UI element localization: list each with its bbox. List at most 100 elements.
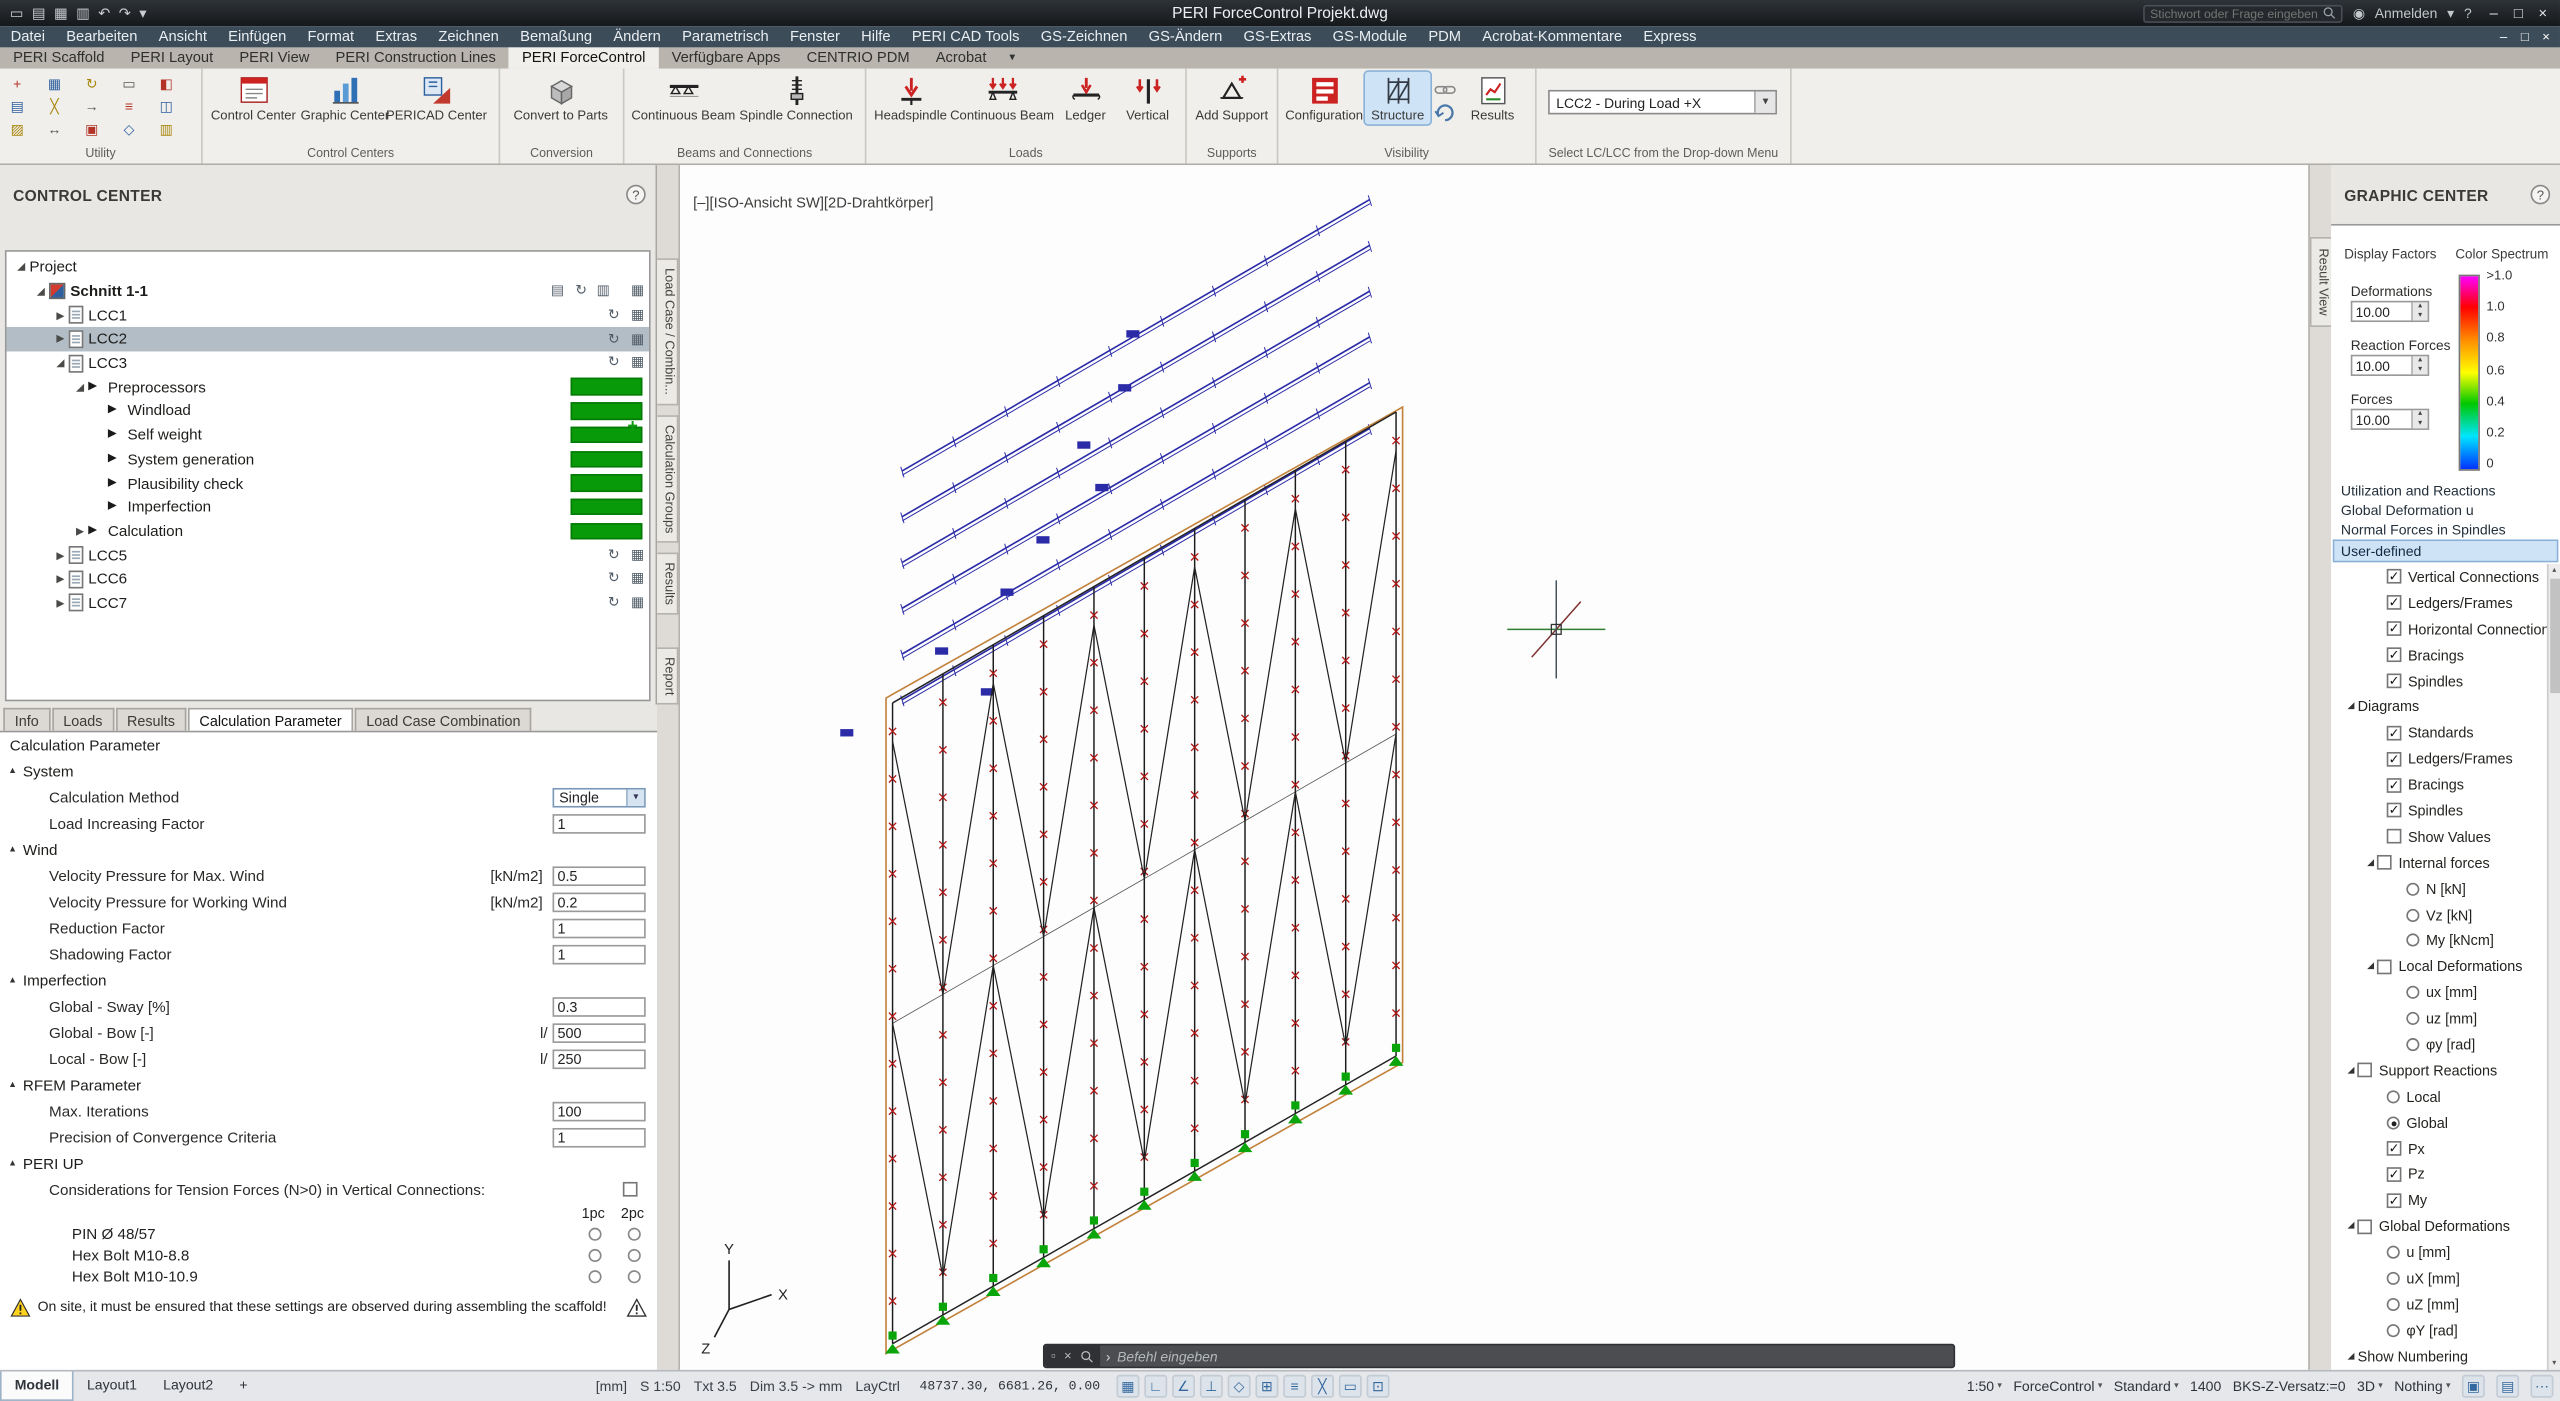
xray-icon[interactable]: ╳	[1311, 1375, 1334, 1398]
dropdown-arrow-icon[interactable]: ▾	[1754, 92, 1775, 113]
tension-forces-checkbox[interactable]	[623, 1182, 638, 1197]
result-tree-item[interactable]: Local	[2331, 1084, 2547, 1110]
expand-icon[interactable]: ▶	[52, 333, 68, 346]
radio-button[interactable]	[2387, 1298, 2400, 1311]
param-input[interactable]	[553, 1049, 646, 1069]
annotation-icon[interactable]: ▭	[1339, 1375, 1362, 1398]
command-search-icon[interactable]	[1080, 1349, 1093, 1362]
plot-icon[interactable]: ▥	[76, 4, 90, 22]
result-tree-item[interactable]: ✓Vertical Connections	[2331, 564, 2547, 590]
result-tree-item[interactable]: ✓My	[2331, 1187, 2547, 1213]
collapse-icon[interactable]: ◢	[72, 381, 88, 394]
tree-item[interactable]: ▶LCC2↻▦	[7, 327, 649, 351]
close-button[interactable]: ×	[2531, 5, 2556, 21]
utility-tool-icon[interactable]: ▣	[81, 119, 102, 140]
checkbox[interactable]: ✓	[2387, 777, 2402, 792]
status-dropdown[interactable]: Standard▾	[2114, 1378, 2179, 1394]
grid-add-icon[interactable]: ▦	[631, 594, 644, 612]
refresh-icon[interactable]: ↻	[608, 546, 620, 564]
checkbox[interactable]: ✓	[2387, 622, 2402, 637]
tree-item[interactable]: ◢Schnitt 1-1▤↻▥▦	[7, 279, 649, 303]
visibility-update-icon[interactable]	[1434, 103, 1457, 123]
pericad-center-button[interactable]: PERICAD Center	[391, 72, 483, 125]
result-tree-item[interactable]: ✓Standards	[2331, 720, 2547, 746]
menu-item[interactable]: GS-Ändern	[1138, 26, 1233, 47]
drawing-viewport[interactable]: [–][ISO-Ansicht SW][2D-Drahtkörper] YXZ …	[680, 165, 2308, 1370]
close-icon[interactable]: ×	[1064, 1349, 1072, 1364]
checkbox[interactable]: ✓	[2387, 751, 2402, 766]
continuous-beam-load-button[interactable]: Continuous Beam	[950, 72, 1055, 125]
add-support-button[interactable]: Add Support	[1192, 72, 1272, 125]
help-icon[interactable]: ?	[626, 185, 646, 205]
section-collapse-icon[interactable]: ▲	[8, 1151, 23, 1177]
panel-tab[interactable]: Loads	[52, 708, 114, 731]
grid-icon[interactable]: ▥	[597, 281, 610, 299]
ribbon-tab[interactable]: PERI ForceControl	[509, 47, 659, 68]
tree-item[interactable]: ◢Project	[7, 255, 649, 279]
tree-item[interactable]: ◢▶Preprocessors	[7, 375, 649, 399]
utility-tool-icon[interactable]: →	[81, 96, 102, 117]
utility-tool-icon[interactable]: ▨	[7, 119, 28, 140]
signin-label[interactable]: Anmelden	[2375, 5, 2438, 21]
ledger-load-button[interactable]: Ledger	[1054, 72, 1116, 125]
dropdown-arrow-icon[interactable]: ▾	[626, 789, 644, 805]
collapse-icon[interactable]: ◢	[33, 284, 49, 297]
result-tree-item[interactable]: ✓Ledgers/Frames	[2331, 746, 2547, 772]
menu-item[interactable]: PERI CAD Tools	[901, 26, 1030, 47]
result-view-tab[interactable]: Result View	[2310, 237, 2331, 327]
radio-button[interactable]	[2406, 1038, 2419, 1051]
spindle-connection-button[interactable]: Spindle Connection	[737, 72, 855, 125]
grid-add-icon[interactable]: ▦	[631, 570, 644, 588]
tree-item[interactable]: ▶LCC1↻▦	[7, 303, 649, 327]
ribbon-tab[interactable]: PERI Layout	[117, 47, 226, 68]
sheet-icon[interactable]: ▤	[551, 281, 564, 299]
section-collapse-icon[interactable]: ▲	[8, 837, 23, 863]
status-dropdown[interactable]: 1:50▾	[1967, 1378, 2002, 1394]
result-tree-item[interactable]: φy [rad]	[2331, 1032, 2547, 1058]
status-dropdown[interactable]: 3D▾	[2357, 1378, 2383, 1394]
ribbon-tab[interactable]: PERI Construction Lines	[322, 47, 508, 68]
search-box[interactable]	[2144, 4, 2343, 22]
tree-item[interactable]: ▶System generation	[7, 447, 649, 471]
checkbox[interactable]: ✓	[2387, 803, 2402, 818]
checkbox[interactable]: ✓	[2387, 674, 2402, 689]
menu-item[interactable]: Acrobat-Kommentare	[1472, 26, 1633, 47]
result-tree-item[interactable]: uX [mm]	[2331, 1265, 2547, 1291]
ortho-icon[interactable]: ⊥	[1200, 1375, 1223, 1398]
param-input[interactable]	[553, 866, 646, 886]
param-section-header[interactable]: ▲PERI UP	[0, 1151, 657, 1177]
menu-item[interactable]: Extras	[365, 26, 428, 47]
grid-icon[interactable]: ▦	[1116, 1375, 1139, 1398]
factor-input[interactable]: 10.00 ▴▾	[2351, 301, 2429, 322]
utility-tool-icon[interactable]: ↔	[44, 119, 65, 140]
menu-item[interactable]: Hilfe	[850, 26, 901, 47]
factor-input[interactable]: 10.00 ▴▾	[2351, 355, 2429, 376]
result-tree-item[interactable]: u [mm]	[2331, 1239, 2547, 1265]
refresh-icon[interactable]: ↻	[575, 281, 587, 299]
doc-restore-button[interactable]: □	[2514, 29, 2535, 44]
result-tree-item[interactable]: ✓Bracings	[2331, 772, 2547, 798]
tree-item[interactable]: ▶▶Calculation	[7, 519, 649, 543]
status-dropdown[interactable]: ForceControl▾	[2013, 1378, 2102, 1394]
search-input[interactable]	[2150, 6, 2320, 21]
add-item-button[interactable]: +	[623, 417, 643, 437]
checkbox[interactable]	[2377, 959, 2392, 974]
utility-tool-icon[interactable]: ◫	[156, 96, 177, 117]
result-mode-item[interactable]: Global Deformation u	[2334, 501, 2556, 521]
graphic-center-button[interactable]: Graphic Center	[299, 72, 391, 125]
param-section-header[interactable]: ▲System	[0, 759, 657, 785]
refresh-icon[interactable]: ↻	[608, 570, 620, 588]
utility-tool-icon[interactable]: ▭	[118, 74, 139, 95]
side-tab[interactable]: Load Case / Combin...	[657, 258, 678, 404]
result-tree-item[interactable]: uZ [mm]	[2331, 1291, 2547, 1317]
tree-item[interactable]: ▶LCC7↻▦	[7, 591, 649, 615]
expand-icon[interactable]: ▶	[52, 309, 68, 322]
status-item[interactable]: [mm]	[596, 1378, 627, 1394]
status-dropdown[interactable]: Nothing▾	[2394, 1378, 2450, 1394]
result-tree-item[interactable]: ◢Support Reactions	[2331, 1058, 2547, 1084]
menu-item[interactable]: GS-Zeichnen	[1030, 26, 1138, 47]
result-tree-item[interactable]: Vz [kN]	[2331, 902, 2547, 928]
result-tree-item[interactable]: ◢Internal forces	[2331, 850, 2547, 876]
ribbon-tab[interactable]: PERI View	[226, 47, 322, 68]
refresh-icon[interactable]: ↻	[608, 305, 620, 323]
